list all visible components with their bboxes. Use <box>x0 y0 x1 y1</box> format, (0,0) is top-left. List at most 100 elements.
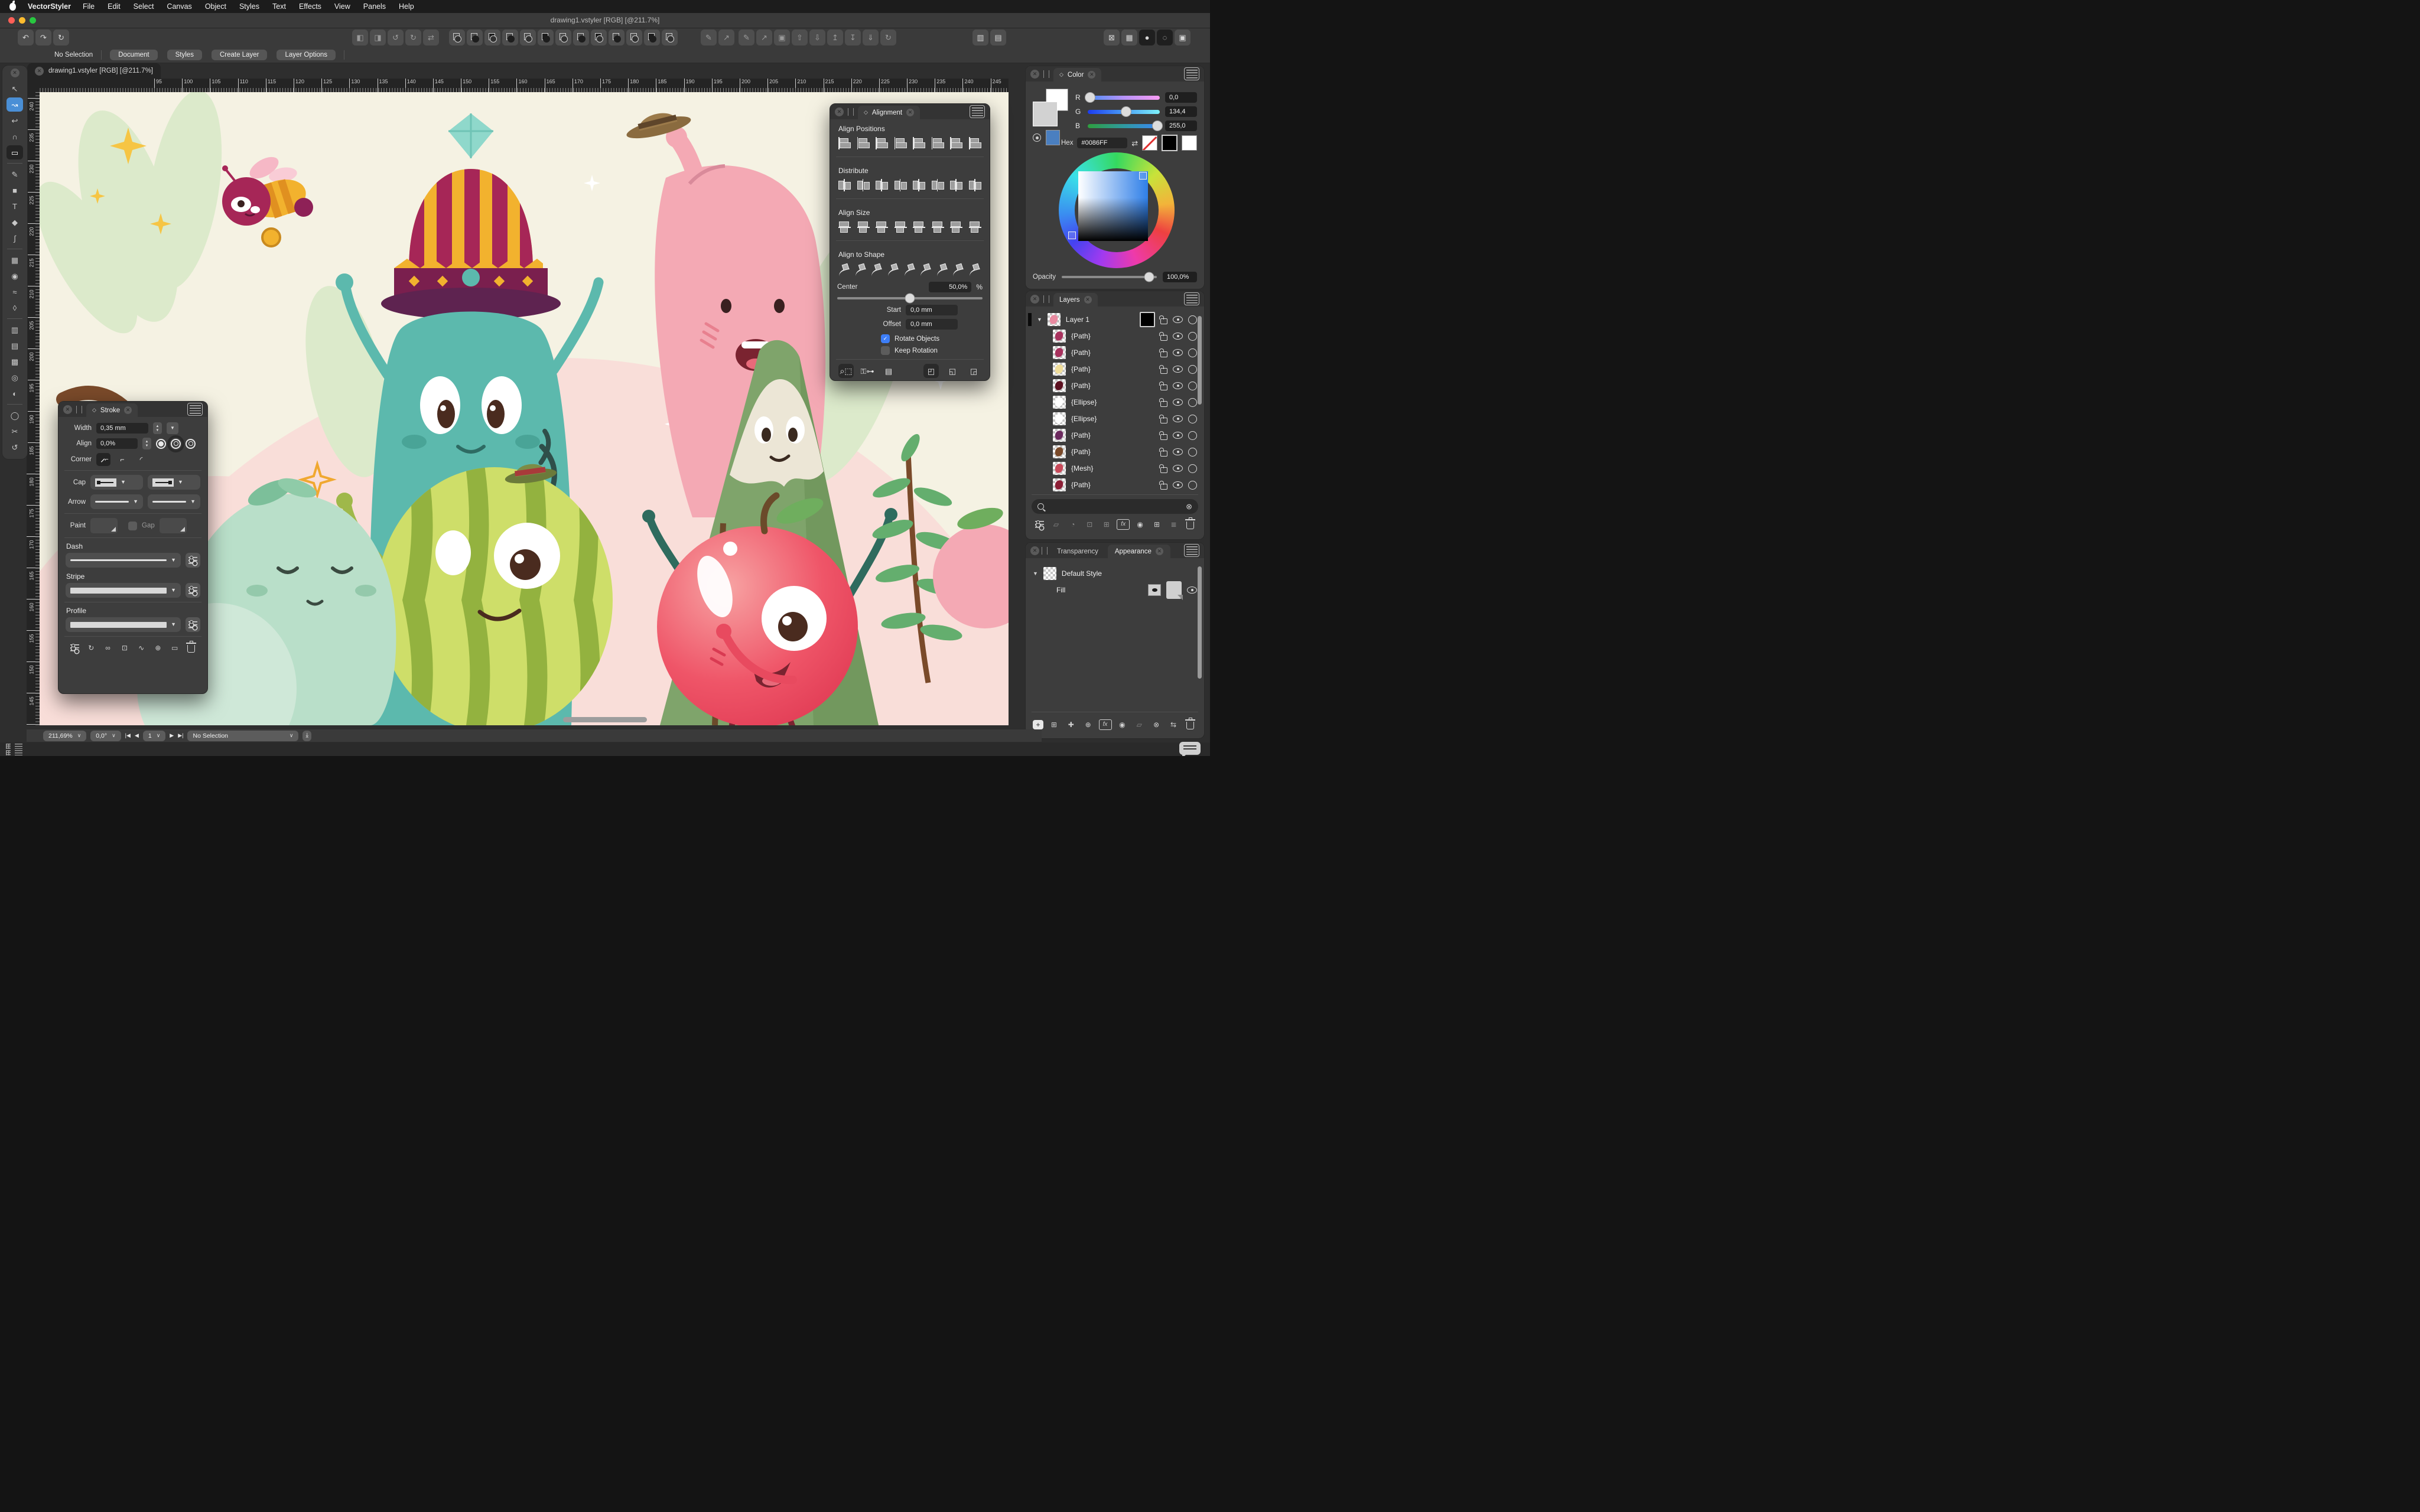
color-wheel[interactable] <box>1059 152 1175 268</box>
distribute-gap-v-button[interactable] <box>968 178 983 192</box>
rotation-control[interactable]: 0,0° <box>90 731 121 741</box>
opacity-field[interactable]: 100,0% <box>1163 272 1197 282</box>
corner-miter-button[interactable]: ⌐ <box>96 453 110 466</box>
shape-align-5-button[interactable] <box>903 262 918 276</box>
target-circle-icon[interactable] <box>1188 481 1197 490</box>
distribute-gap-h-button[interactable] <box>893 178 908 192</box>
snap-tool[interactable]: ∩ <box>6 129 23 144</box>
roughen-tool[interactable]: ≈ <box>6 285 23 299</box>
menu-item[interactable]: Effects <box>299 2 321 11</box>
close-tab-icon[interactable] <box>35 67 44 76</box>
fill-color-swatch[interactable] <box>1166 581 1182 599</box>
visibility-icon[interactable] <box>1173 316 1183 323</box>
shape-align-1-button[interactable] <box>837 262 852 276</box>
menu-item[interactable]: Canvas <box>167 2 191 11</box>
menu-item[interactable]: View <box>334 2 350 11</box>
shape-align-2-button[interactable] <box>854 262 869 276</box>
path-tool[interactable]: ∫ <box>6 231 23 245</box>
color-panel-tab[interactable]: Color <box>1053 68 1101 82</box>
color-target-radio[interactable] <box>1033 133 1041 142</box>
target-circle-icon[interactable] <box>1188 365 1197 374</box>
menu-item[interactable]: Select <box>134 2 154 11</box>
target-circle-icon[interactable] <box>1188 315 1197 324</box>
width-stepper[interactable] <box>153 422 162 434</box>
outline[interactable] <box>591 30 607 45</box>
layer-color-swatch[interactable] <box>1140 312 1155 327</box>
stroke-panel-tab[interactable]: Stroke <box>86 403 138 417</box>
panel-grip-icon[interactable] <box>76 406 82 413</box>
menu-app-name[interactable]: VectorStyler <box>28 2 71 11</box>
layer-object-row[interactable]: {Ellipse} <box>1026 394 1204 410</box>
exclude[interactable] <box>520 30 536 45</box>
shape-align-3-button[interactable] <box>870 262 884 276</box>
vertical-ruler[interactable]: 2402352302252202152102052001951901851801… <box>27 92 40 725</box>
cut[interactable] <box>626 30 642 45</box>
align-right-button[interactable] <box>874 136 889 150</box>
appearance-scrollbar[interactable] <box>1198 566 1202 679</box>
object-thumbnail[interactable] <box>1053 429 1066 442</box>
lock-icon[interactable] <box>1160 418 1167 423</box>
width-dropdown-icon[interactable] <box>167 422 178 434</box>
lock-icon[interactable] <box>1160 318 1167 324</box>
merge-layer-button[interactable] <box>1167 519 1180 530</box>
layer-thumbnail[interactable] <box>1048 313 1061 326</box>
node-tool[interactable]: ↝ <box>6 97 23 112</box>
panel-grip-icon[interactable] <box>1043 295 1049 303</box>
stripe-settings-button[interactable] <box>186 583 200 598</box>
close-toolstrip-icon[interactable] <box>11 69 19 77</box>
panel-grip-icon[interactable] <box>1043 70 1049 78</box>
shape-align-4-button[interactable] <box>886 262 901 276</box>
size-height-max-button[interactable] <box>931 220 945 234</box>
object-thumbnail[interactable] <box>1053 412 1066 425</box>
cap-start-dropdown[interactable] <box>90 475 143 490</box>
align-edge-h-button[interactable] <box>893 136 908 150</box>
distribute-center-h-button[interactable] <box>856 178 871 192</box>
target-circle-icon[interactable] <box>1188 332 1197 341</box>
camera-icon[interactable] <box>1115 719 1128 731</box>
saturation-square[interactable] <box>1078 171 1148 241</box>
hue-marker[interactable] <box>1068 232 1076 239</box>
layers-panel-header[interactable]: Layers <box>1026 291 1204 307</box>
undo-button[interactable]: ↶ <box>18 30 34 45</box>
group-up-button[interactable]: ⇧ <box>792 30 808 45</box>
add-brush-button[interactable] <box>1065 719 1078 731</box>
stroke-options-button[interactable] <box>68 642 81 654</box>
channel-r-slider[interactable] <box>1088 96 1160 100</box>
visibility-icon[interactable] <box>1173 349 1183 356</box>
size-height-avg-button[interactable] <box>968 220 983 234</box>
move-up-button[interactable]: ↥ <box>827 30 843 45</box>
align-top-button[interactable] <box>912 136 926 150</box>
stroke-delete-button[interactable] <box>185 642 198 654</box>
outline-view-button[interactable]: ◌ <box>1157 30 1173 45</box>
align-edge-v-button[interactable] <box>968 136 983 150</box>
fill-tool[interactable]: ◆ <box>6 215 23 229</box>
clip-button[interactable] <box>1066 519 1079 530</box>
visibility-icon[interactable] <box>1173 481 1183 488</box>
grid-view-button[interactable]: ▦ <box>1121 30 1137 45</box>
duplicate-style-button[interactable] <box>1133 719 1146 731</box>
stroke-select-button[interactable] <box>118 642 131 654</box>
layers-scrollbar[interactable] <box>1198 316 1202 405</box>
close-tab-icon[interactable] <box>1156 548 1163 555</box>
context-button[interactable]: Document <box>110 50 157 60</box>
combine[interactable] <box>644 30 660 45</box>
panel-menu-icon[interactable] <box>970 105 985 118</box>
style-row[interactable]: Default Style <box>1026 565 1204 582</box>
paint-swatch[interactable] <box>90 518 118 533</box>
pathfinder-tool[interactable]: ◐ <box>6 386 23 400</box>
menu-item[interactable]: Text <box>272 2 286 11</box>
apple-menu-icon[interactable] <box>9 3 16 11</box>
target-circle-icon[interactable] <box>1188 431 1197 440</box>
artboard-button[interactable] <box>1100 519 1113 530</box>
current-color-swatch[interactable] <box>1046 130 1060 145</box>
redo-button[interactable]: ↷ <box>35 30 51 45</box>
revert-tool[interactable]: ↺ <box>6 440 23 454</box>
visibility-icon[interactable] <box>1173 333 1183 340</box>
center-slider-thumb[interactable] <box>905 294 915 304</box>
layer-object-row[interactable]: {Path} <box>1026 361 1204 377</box>
slider-thumb[interactable] <box>1085 92 1095 103</box>
close-panel-icon[interactable] <box>1030 70 1039 79</box>
layer-object-row[interactable]: {Ellipse} <box>1026 410 1204 427</box>
align-page-button[interactable] <box>881 364 896 378</box>
channel-g-slider[interactable] <box>1088 110 1160 114</box>
